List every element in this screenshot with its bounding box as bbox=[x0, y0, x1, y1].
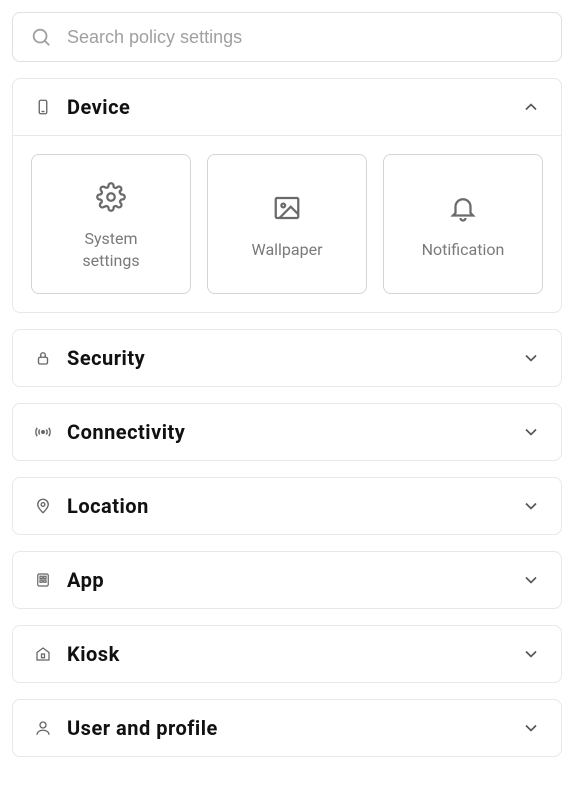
chevron-down-icon bbox=[521, 644, 541, 664]
chevron-down-icon bbox=[521, 422, 541, 442]
section-title: Location bbox=[67, 494, 507, 518]
image-icon bbox=[270, 191, 304, 225]
gear-icon bbox=[94, 180, 128, 214]
pin-icon bbox=[33, 496, 53, 516]
section-header-location[interactable]: Location bbox=[13, 478, 561, 534]
search-icon bbox=[29, 25, 53, 49]
section-location: Location bbox=[12, 477, 562, 535]
section-title: App bbox=[67, 568, 507, 592]
tile-label: Wallpaper bbox=[252, 239, 323, 261]
section-title: Device bbox=[67, 95, 507, 119]
signal-icon bbox=[33, 422, 53, 442]
tile-label: Notification bbox=[422, 239, 505, 261]
tile-notification[interactable]: Notification bbox=[383, 154, 543, 294]
section-header-user[interactable]: User and profile bbox=[13, 700, 561, 756]
section-device: Device Systemsettings Wallpaper Notifica… bbox=[12, 78, 562, 313]
section-connectivity: Connectivity bbox=[12, 403, 562, 461]
tile-system-settings[interactable]: Systemsettings bbox=[31, 154, 191, 294]
user-icon bbox=[33, 718, 53, 738]
section-title: User and profile bbox=[67, 716, 507, 740]
chevron-down-icon bbox=[521, 570, 541, 590]
tile-label: Systemsettings bbox=[82, 228, 139, 271]
bell-icon bbox=[446, 191, 480, 225]
section-header-kiosk[interactable]: Kiosk bbox=[13, 626, 561, 682]
device-icon bbox=[33, 97, 53, 117]
chevron-down-icon bbox=[521, 348, 541, 368]
section-user: User and profile bbox=[12, 699, 562, 757]
section-body-device: Systemsettings Wallpaper Notification bbox=[13, 135, 561, 312]
app-icon bbox=[33, 570, 53, 590]
tile-wallpaper[interactable]: Wallpaper bbox=[207, 154, 367, 294]
chevron-down-icon bbox=[521, 718, 541, 738]
lock-icon bbox=[33, 348, 53, 368]
section-header-security[interactable]: Security bbox=[13, 330, 561, 386]
search-box[interactable] bbox=[12, 12, 562, 62]
section-kiosk: Kiosk bbox=[12, 625, 562, 683]
chevron-up-icon bbox=[521, 97, 541, 117]
section-title: Connectivity bbox=[67, 420, 507, 444]
section-app: App bbox=[12, 551, 562, 609]
section-title: Kiosk bbox=[67, 642, 507, 666]
section-header-device[interactable]: Device bbox=[13, 79, 561, 135]
section-header-app[interactable]: App bbox=[13, 552, 561, 608]
chevron-down-icon bbox=[521, 496, 541, 516]
search-input[interactable] bbox=[67, 27, 545, 48]
section-header-connectivity[interactable]: Connectivity bbox=[13, 404, 561, 460]
section-title: Security bbox=[67, 346, 507, 370]
kiosk-icon bbox=[33, 644, 53, 664]
section-security: Security bbox=[12, 329, 562, 387]
